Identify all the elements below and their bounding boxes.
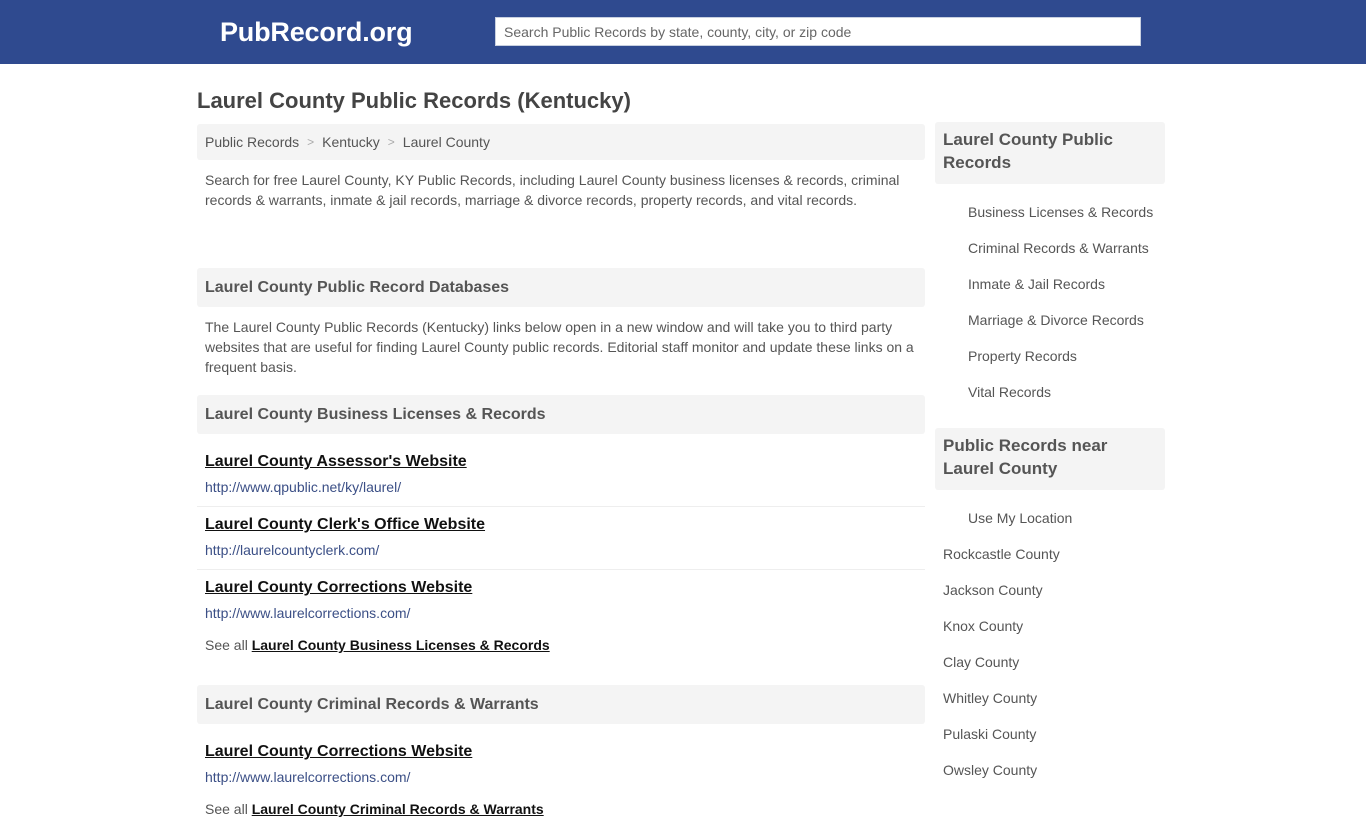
list-item: Laurel County Clerk's Office Website htt… [197,507,925,570]
sidebar-item-county: Clay County [935,644,1165,680]
sidebar-nearby-list: Use My Location Rockcastle County Jackso… [935,490,1165,806]
county-link[interactable]: Jackson County [943,582,1043,598]
section-heading: Laurel County Criminal Records & Warrant… [197,685,925,724]
link-list: Laurel County Corrections Website http:/… [197,724,925,791]
sidebar-item-vital-records: Vital Records [935,374,1165,410]
see-all-row: See all Laurel County Criminal Records &… [197,791,925,819]
resource-url[interactable]: http://www.laurelcorrections.com/ [205,767,917,787]
see-all-link[interactable]: Laurel County Business Licenses & Record… [252,637,550,653]
resource-url[interactable]: http://laurelcountyclerk.com/ [205,540,917,560]
breadcrumb-public-records[interactable]: Public Records [205,134,299,150]
county-link[interactable]: Knox County [943,618,1023,634]
sidebar-item-criminal-records: Criminal Records & Warrants [935,230,1165,266]
breadcrumb-laurel-county[interactable]: Laurel County [403,134,490,150]
list-item: Laurel County Corrections Website http:/… [197,570,925,627]
resource-url[interactable]: http://www.qpublic.net/ky/laurel/ [205,477,917,497]
see-all-row: See all Laurel County Business Licenses … [197,627,925,655]
resource-link[interactable]: Laurel County Corrections Website [205,578,917,598]
sidebar-item-property-records: Property Records [935,338,1165,374]
sidebar-link[interactable]: Property Records [968,348,1077,364]
resource-link[interactable]: Laurel County Corrections Website [205,742,917,762]
main-content: Public Records > Kentucky > Laurel Count… [197,124,925,819]
sidebar-link[interactable]: Business Licenses & Records [968,204,1153,220]
breadcrumb-separator: > [387,135,395,149]
sidebar-link[interactable]: Inmate & Jail Records [968,276,1105,292]
sidebar-link[interactable]: Criminal Records & Warrants [968,240,1149,256]
section-heading: Laurel County Business Licenses & Record… [197,395,925,434]
county-link[interactable]: Owsley County [943,762,1037,778]
county-link[interactable]: Rockcastle County [943,546,1060,562]
business-licenses-section: Laurel County Business Licenses & Record… [197,395,925,655]
criminal-records-section: Laurel County Criminal Records & Warrant… [197,685,925,819]
breadcrumb-separator: > [307,135,315,149]
see-all-prefix: See all [205,637,248,653]
resource-url[interactable]: http://www.laurelcorrections.com/ [205,603,917,623]
sidebar-item-county: Jackson County [935,572,1165,608]
databases-description: The Laurel County Public Records (Kentuc… [205,319,914,375]
site-logo[interactable]: PubRecord.org [220,17,413,48]
sidebar-link[interactable]: Marriage & Divorce Records [968,312,1144,328]
sidebar-item-county: Whitley County [935,680,1165,716]
use-my-location-link[interactable]: Use My Location [968,510,1072,526]
sidebar-item-business-licenses: Business Licenses & Records [935,194,1165,230]
sidebar: Laurel County Public Records Business Li… [935,122,1165,806]
sidebar-records-heading: Laurel County Public Records [935,122,1165,184]
sidebar-item-county: Owsley County [935,752,1165,788]
breadcrumb: Public Records > Kentucky > Laurel Count… [197,124,925,160]
list-item: Laurel County Corrections Website http:/… [197,734,925,791]
list-item: Laurel County Assessor's Website http://… [197,444,925,507]
breadcrumb-kentucky[interactable]: Kentucky [322,134,380,150]
resource-link[interactable]: Laurel County Clerk's Office Website [205,515,917,535]
intro-text: Search for free Laurel County, KY Public… [205,172,900,208]
resource-link[interactable]: Laurel County Assessor's Website [205,452,917,472]
see-all-link[interactable]: Laurel County Criminal Records & Warrant… [252,801,544,817]
site-header: PubRecord.org [0,0,1366,64]
county-link[interactable]: Clay County [943,654,1019,670]
sidebar-item-county: Pulaski County [935,716,1165,752]
county-link[interactable]: Whitley County [943,690,1037,706]
sidebar-nearby-heading: Public Records near Laurel County [935,428,1165,490]
link-list: Laurel County Assessor's Website http://… [197,434,925,627]
see-all-prefix: See all [205,801,248,817]
county-link[interactable]: Pulaski County [943,726,1036,742]
sidebar-item-marriage-divorce: Marriage & Divorce Records [935,302,1165,338]
sidebar-item-county: Knox County [935,608,1165,644]
page-title: Laurel County Public Records (Kentucky) [197,88,631,113]
sidebar-item-county: Rockcastle County [935,536,1165,572]
sidebar-link[interactable]: Vital Records [968,384,1051,400]
search-input[interactable] [495,17,1141,46]
sidebar-records-list: Business Licenses & Records Criminal Rec… [935,184,1165,428]
sidebar-item-inmate-records: Inmate & Jail Records [935,266,1165,302]
sidebar-item-use-location: Use My Location [935,500,1165,536]
databases-heading: Laurel County Public Record Databases [197,268,925,307]
